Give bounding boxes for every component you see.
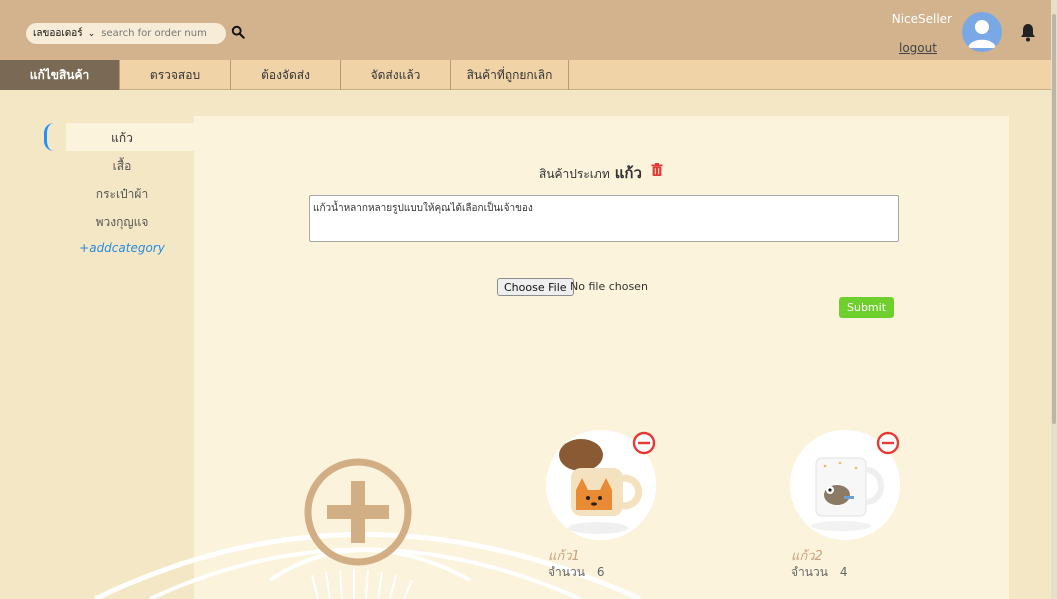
- quantity-label: จำนวน: [548, 565, 585, 579]
- tab-edit-products[interactable]: แก้ไขสินค้า: [0, 60, 120, 90]
- product-quantity: จำนวน 4: [791, 563, 848, 582]
- search-input[interactable]: search for order num: [101, 28, 207, 39]
- quantity-value: 4: [839, 565, 848, 579]
- bell-icon[interactable]: [1020, 22, 1036, 42]
- quantity-label: จำนวน: [791, 565, 828, 579]
- tab-cancelled[interactable]: สินค้าที่ถูกยกเลิก: [451, 60, 569, 90]
- search-type-select[interactable]: เลขออเดอร์ ⌄: [26, 23, 101, 44]
- user-name: NiceSeller: [891, 12, 952, 26]
- tab-to-ship[interactable]: ต้องจัดส่ง: [231, 60, 341, 90]
- remove-icon[interactable]: [632, 431, 656, 455]
- sidebar-item-glass[interactable]: แก้ว: [66, 129, 178, 148]
- quantity-value: 6: [596, 565, 605, 579]
- file-status-text: No file chosen: [570, 280, 648, 293]
- heading-category: แก้ว: [614, 164, 642, 182]
- product-quantity: จำนวน 6: [548, 563, 605, 582]
- avatar-icon[interactable]: [962, 12, 1002, 52]
- trash-icon[interactable]: [651, 163, 663, 176]
- search-type-label: เลขออเดอร์: [33, 28, 83, 39]
- remove-icon[interactable]: [876, 431, 900, 455]
- top-bar: เลขออเดอร์ ⌄ search for order num NiceSe…: [0, 0, 1057, 60]
- active-category-indicator: [44, 123, 56, 151]
- category-sidebar: แก้ว เสื้อ กระเป๋าผ้า พวงกุญแจ +addcateg…: [0, 92, 194, 599]
- sidebar-item-shirt[interactable]: เสื้อ: [66, 157, 178, 176]
- order-search-box[interactable]: เลขออเดอร์ ⌄ search for order num: [26, 23, 226, 44]
- page-title: สินค้าประเภท แก้ว: [539, 161, 642, 185]
- logout-link[interactable]: logout: [899, 41, 937, 55]
- tab-shipped[interactable]: จัดส่งแล้ว: [341, 60, 451, 90]
- search-icon[interactable]: [231, 25, 245, 39]
- product-card[interactable]: แก้ว1 จำนวน 6: [545, 428, 685, 588]
- product-card[interactable]: แก้ว2 จำนวน 4: [788, 428, 928, 588]
- sidebar-item-keychain[interactable]: พวงกุญแจ: [66, 213, 178, 232]
- add-category-link[interactable]: +addcategory: [66, 241, 178, 255]
- description-textarea[interactable]: แก้วน้ำหลากหลายรูปแบบให้คุณได้เลือกเป็นเ…: [309, 195, 899, 242]
- nav-tabs: แก้ไขสินค้า ตรวจสอบ ต้องจัดส่ง จัดส่งแล้…: [0, 60, 1057, 90]
- sidebar-item-tote-bag[interactable]: กระเป๋าผ้า: [66, 185, 178, 204]
- choose-file-button[interactable]: Choose File: [497, 278, 574, 296]
- submit-button[interactable]: Submit: [839, 297, 894, 318]
- heading-prefix: สินค้าประเภท: [539, 167, 610, 181]
- scrollbar-thumb[interactable]: [1052, 14, 1056, 424]
- chevron-down-icon: ⌄: [87, 28, 96, 39]
- page-scrollbar[interactable]: [1051, 0, 1057, 599]
- add-product-icon[interactable]: [303, 457, 413, 567]
- tab-review[interactable]: ตรวจสอบ: [120, 60, 231, 90]
